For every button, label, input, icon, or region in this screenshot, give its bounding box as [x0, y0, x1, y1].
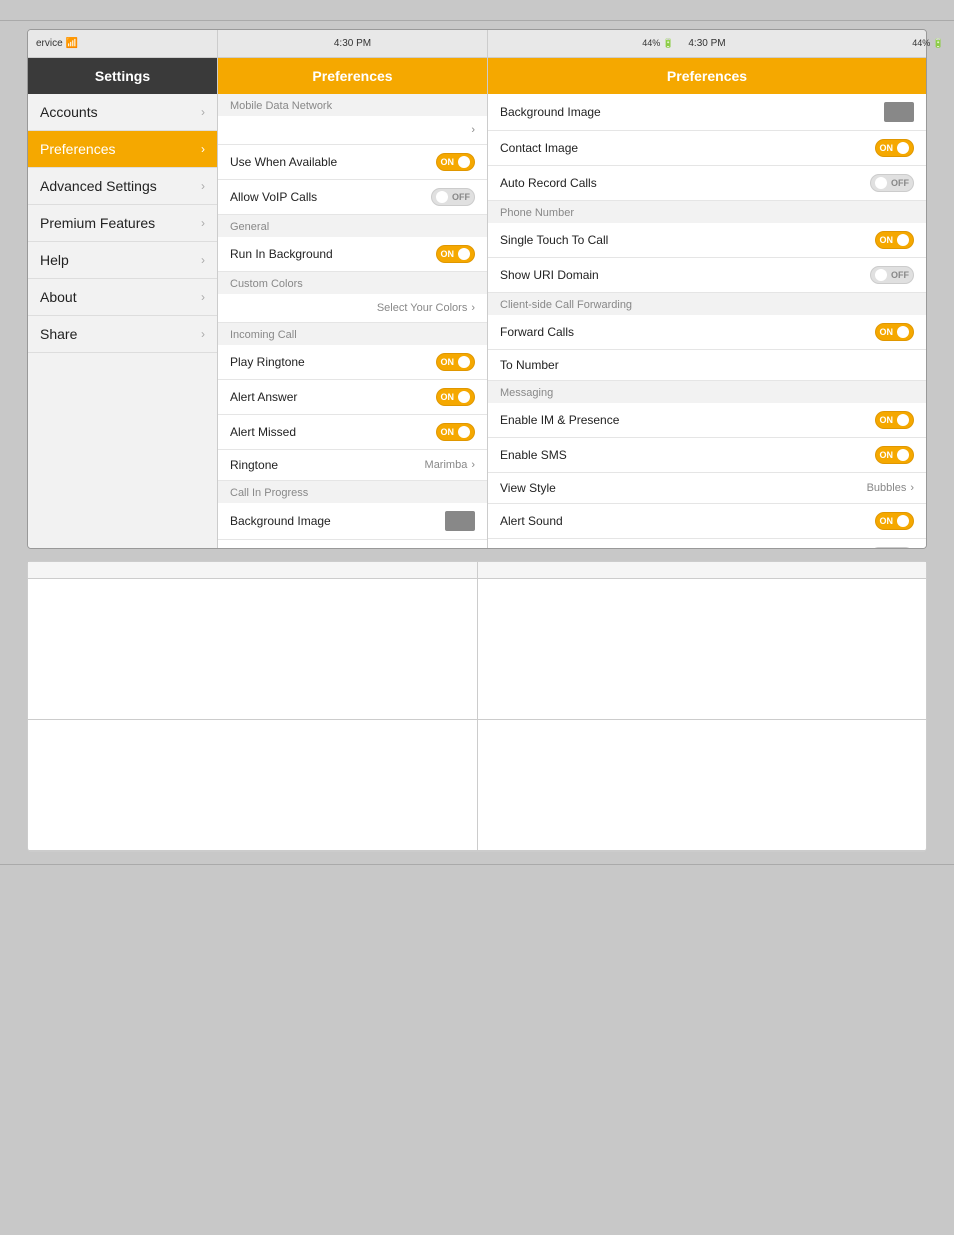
table-section-2: [28, 720, 926, 851]
right-toggle-private-locked[interactable]: [870, 547, 914, 548]
right-toggle-forward-calls[interactable]: [875, 323, 915, 341]
toggle-use-when[interactable]: [436, 153, 476, 171]
sidebar-item-share[interactable]: Share ›: [28, 316, 217, 353]
sidebar-item-help[interactable]: Help ›: [28, 242, 217, 279]
pref-bg-image[interactable]: Background Image: [218, 503, 487, 540]
right-toggle-alert-sound[interactable]: [875, 512, 915, 530]
section-custom-colors: Custom Colors: [218, 272, 487, 294]
pref-run-bg[interactable]: Run In Background: [218, 237, 487, 272]
right-status-bar: 4:30 PM 44% 🔋: [488, 30, 926, 58]
table-header-col1: [28, 562, 478, 578]
section-mobile-data: Mobile Data Network: [218, 94, 487, 116]
pref-contact-image[interactable]: Contact Image: [218, 540, 487, 548]
section-call-progress: Call In Progress: [218, 481, 487, 503]
right-toggle-single-touch[interactable]: [875, 231, 915, 249]
right-panel-header: Preferences: [488, 58, 926, 94]
chevron-icon: ›: [201, 105, 205, 119]
pref-select-colors[interactable]: Select Your Colors ›: [218, 294, 487, 323]
tablet-screenshot: ervice 📶 Settings Accounts › Preferences…: [27, 29, 927, 549]
pref-use-when[interactable]: Use When Available: [218, 145, 487, 180]
toggle-allow-voip[interactable]: [431, 188, 475, 206]
right-pref-to-number[interactable]: To Number: [488, 350, 926, 381]
chevron-icon: ›: [201, 142, 205, 156]
right-background-image-preview: [884, 102, 914, 122]
chevron-icon: ›: [201, 290, 205, 304]
right-toggle-enable-sms[interactable]: [875, 446, 915, 464]
right-pref-private-locked[interactable]: Private When Locked: [488, 539, 926, 548]
chevron-icon: ›: [201, 327, 205, 341]
middle-panel-header: Preferences: [218, 58, 487, 94]
table-section2-col2: [478, 720, 927, 850]
right-section-messaging: Messaging: [488, 381, 926, 403]
right-toggle-contact-image[interactable]: [875, 139, 915, 157]
right-panel: 4:30 PM 44% 🔋 Preferences Background Ima…: [488, 30, 926, 548]
right-pref-alert-sound[interactable]: Alert Sound: [488, 504, 926, 539]
right-pref-enable-sms[interactable]: Enable SMS: [488, 438, 926, 473]
right-pref-view-style[interactable]: View Style Bubbles ›: [488, 473, 926, 504]
chevron-icon: ›: [201, 253, 205, 267]
right-section-forwarding: Client-side Call Forwarding: [488, 293, 926, 315]
pref-allow-voip[interactable]: Allow VoIP Calls: [218, 180, 487, 215]
sidebar-item-advanced-settings[interactable]: Advanced Settings ›: [28, 168, 217, 205]
table-section1-col1: [28, 579, 478, 719]
chevron-icon: ›: [201, 216, 205, 230]
preferences-panel: 4:30 PM 44% 🔋 Preferences Mobile Data Ne…: [218, 30, 488, 548]
table-section-1: [28, 579, 926, 720]
top-separator: [0, 20, 954, 21]
right-pref-forward-calls[interactable]: Forward Calls: [488, 315, 926, 350]
right-pref-bg-image[interactable]: Background Image: [488, 94, 926, 131]
sidebar-item-accounts[interactable]: Accounts ›: [28, 94, 217, 131]
table-header-col2: [478, 562, 927, 578]
right-toggle-auto-record[interactable]: [870, 174, 914, 192]
sidebar-item-premium-features[interactable]: Premium Features ›: [28, 205, 217, 242]
table-header-row: [28, 562, 926, 579]
settings-sidebar: ervice 📶 Settings Accounts › Preferences…: [28, 30, 218, 548]
bottom-separator: [0, 864, 954, 865]
sidebar-header: Settings: [28, 58, 217, 94]
toggle-alert-answer[interactable]: [436, 388, 476, 406]
pref-play-ringtone[interactable]: Play Ringtone: [218, 345, 487, 380]
middle-status-bar: 4:30 PM 44% 🔋: [218, 30, 487, 58]
toggle-alert-missed[interactable]: [436, 423, 476, 441]
sidebar-item-preferences[interactable]: Preferences ›: [28, 131, 217, 168]
right-toggle-show-uri[interactable]: [870, 266, 914, 284]
pref-alert-missed[interactable]: Alert Missed: [218, 415, 487, 450]
toggle-run-bg[interactable]: [436, 245, 476, 263]
right-pref-auto-record[interactable]: Auto Record Calls: [488, 166, 926, 201]
right-toggle-enable-im[interactable]: [875, 411, 915, 429]
table-section2-col1: [28, 720, 478, 850]
pref-row-link[interactable]: ›: [218, 116, 487, 145]
sidebar-item-about[interactable]: About ›: [28, 279, 217, 316]
section-incoming-call: Incoming Call: [218, 323, 487, 345]
section-general: General: [218, 215, 487, 237]
right-pref-enable-im[interactable]: Enable IM & Presence: [488, 403, 926, 438]
background-image-preview: [445, 511, 475, 531]
bottom-table: [27, 561, 927, 852]
right-section-phone: Phone Number: [488, 201, 926, 223]
signal-icon: ervice 📶: [36, 38, 78, 49]
right-pref-contact-image[interactable]: Contact Image: [488, 131, 926, 166]
toggle-play-ringtone[interactable]: [436, 353, 476, 371]
pref-alert-answer[interactable]: Alert Answer: [218, 380, 487, 415]
chevron-icon: ›: [201, 179, 205, 193]
right-pref-show-uri[interactable]: Show URI Domain: [488, 258, 926, 293]
table-section1-col2: [478, 579, 927, 719]
right-pref-single-touch[interactable]: Single Touch To Call: [488, 223, 926, 258]
sidebar-status-bar: ervice 📶: [28, 30, 217, 58]
pref-ringtone[interactable]: Ringtone Marimba ›: [218, 450, 487, 481]
